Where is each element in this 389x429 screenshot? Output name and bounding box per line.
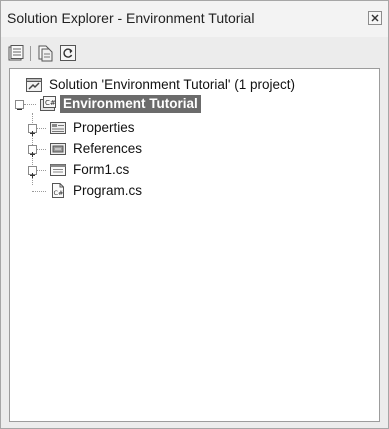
show-all-files-icon xyxy=(38,45,53,62)
tree-item-label: Environment Tutorial xyxy=(60,95,201,113)
form-icon xyxy=(50,164,66,176)
tree-connector xyxy=(32,191,46,192)
plus-icon xyxy=(30,152,35,157)
toolbar xyxy=(1,37,388,67)
close-icon xyxy=(371,14,379,22)
show-all-files-button[interactable] xyxy=(36,44,54,62)
refresh-icon xyxy=(60,45,76,61)
tree-connector xyxy=(24,104,36,105)
toolbar-separator xyxy=(30,46,31,61)
solution-tree: Solution 'Environment Tutorial' (1 proje… xyxy=(9,68,380,422)
tree-item-label: Properties xyxy=(73,120,135,135)
tree-item-solution[interactable]: Solution 'Environment Tutorial' (1 proje… xyxy=(10,76,375,94)
tree-item-label: Solution 'Environment Tutorial' (1 proje… xyxy=(49,77,296,92)
expand-toggle[interactable] xyxy=(28,166,37,178)
properties-button[interactable] xyxy=(7,44,25,62)
tree-item-properties[interactable]: Properties xyxy=(10,119,375,137)
window-title: Solution Explorer - Environment Tutorial xyxy=(7,10,255,26)
svg-text:C#: C# xyxy=(45,99,56,107)
collapse-toggle[interactable] xyxy=(15,100,24,110)
plus-icon xyxy=(30,131,35,136)
references-folder-icon xyxy=(50,143,66,155)
solution-explorer-window: Solution Explorer - Environment Tutorial xyxy=(0,0,389,429)
tree-item-label: References xyxy=(73,141,143,156)
tree-connector xyxy=(37,128,46,129)
refresh-button[interactable] xyxy=(59,44,77,62)
tree-item-references[interactable]: References xyxy=(10,140,375,158)
properties-folder-icon xyxy=(50,122,66,134)
tree-item-form1[interactable]: Form1.cs xyxy=(10,161,375,179)
plus-icon xyxy=(30,173,35,178)
tree-connector xyxy=(37,149,46,150)
expand-toggle[interactable] xyxy=(28,124,37,136)
tree-item-project[interactable]: C# Environment Tutorial xyxy=(10,95,375,113)
svg-text:C#: C# xyxy=(54,189,64,197)
tree-item-label: Form1.cs xyxy=(73,162,130,177)
tree-item-label: Program.cs xyxy=(73,183,143,198)
title-bar: Solution Explorer - Environment Tutorial xyxy=(1,1,388,37)
expand-toggle[interactable] xyxy=(28,145,37,157)
csharp-file-icon: C# xyxy=(52,183,64,198)
properties-icon xyxy=(8,45,24,61)
tree-item-program[interactable]: C# Program.cs xyxy=(10,182,375,200)
csharp-project-icon: C# xyxy=(40,96,56,111)
solution-icon xyxy=(26,78,42,92)
minus-icon xyxy=(17,109,22,110)
close-button[interactable] xyxy=(368,11,382,25)
tree-connector xyxy=(37,170,46,171)
